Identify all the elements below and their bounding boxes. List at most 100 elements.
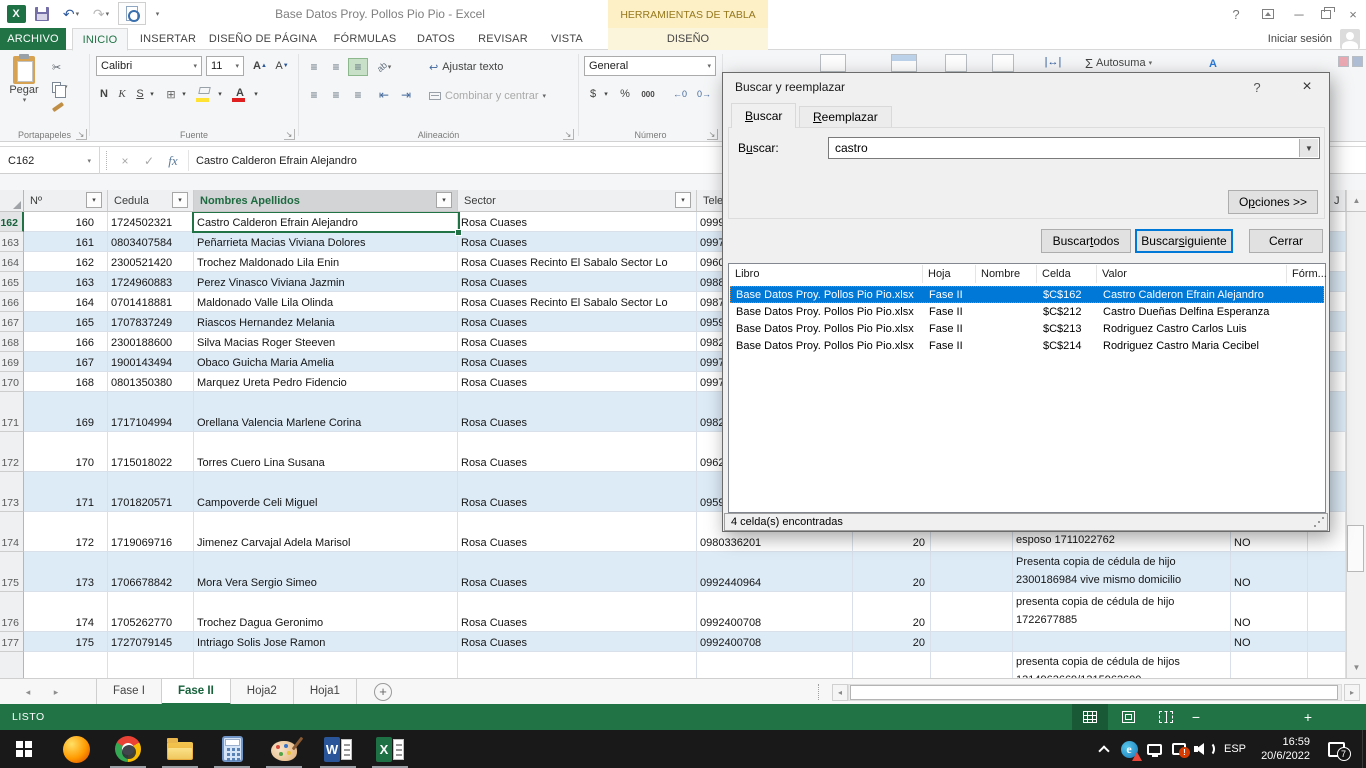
cell[interactable]: 169: [24, 392, 108, 432]
cell[interactable]: [1308, 632, 1346, 652]
tab-insertar[interactable]: INSERTAR: [136, 28, 200, 50]
find-result-row[interactable]: Base Datos Proy. Pollos Pio Pio.xlsxFase…: [730, 286, 1324, 303]
insert-function-icon[interactable]: fx: [162, 147, 184, 174]
cell[interactable]: Peñarrieta Macias Viviana Dolores: [194, 232, 458, 252]
filter-icon[interactable]: ▾: [436, 192, 452, 208]
name-box[interactable]: C162▾: [0, 147, 100, 174]
cell[interactable]: 2300521420: [108, 252, 194, 272]
cell[interactable]: 162: [24, 252, 108, 272]
cell[interactable]: Rosa Cuases: [458, 352, 697, 372]
row-header[interactable]: 173: [0, 472, 24, 512]
sheet-tab-hoja1[interactable]: Hoja1: [294, 679, 357, 705]
format-table-icon[interactable]: [891, 54, 917, 72]
sheet-prev-icon[interactable]: ◂: [16, 679, 40, 705]
tray-chevron-icon[interactable]: [1092, 730, 1116, 768]
row-header[interactable]: 168: [0, 332, 24, 352]
paint-icon[interactable]: [260, 730, 308, 768]
underline-button[interactable]: S: [132, 84, 148, 104]
sheet-next-icon[interactable]: ▸: [44, 679, 68, 705]
cell[interactable]: Riascos Hernandez Melania: [194, 312, 458, 332]
cell-styles-icon[interactable]: [945, 54, 967, 72]
horizontal-scrollbar-thumb[interactable]: [850, 685, 1338, 700]
row-header[interactable]: 176: [0, 592, 24, 632]
cell[interactable]: [931, 552, 1013, 592]
number-format-select[interactable]: General▾: [584, 56, 716, 76]
cell[interactable]: Maldonado Valle Lila Olinda: [194, 292, 458, 312]
column-header-sector[interactable]: Sector: [458, 190, 697, 211]
font-size-select[interactable]: 11▾: [206, 56, 244, 76]
dialog-tab-buscar[interactable]: Buscar: [731, 103, 796, 128]
tab-formulas[interactable]: FÓRMULAS: [330, 28, 400, 50]
language-indicator[interactable]: ESP: [1220, 730, 1250, 768]
start-button[interactable]: [0, 730, 48, 768]
align-center-button[interactable]: ≡: [326, 86, 346, 104]
cell[interactable]: Rosa Cuases: [458, 312, 697, 332]
ribbon-partial-icon[interactable]: [1338, 56, 1349, 67]
cell[interactable]: Rosa Cuases: [458, 472, 697, 512]
merge-center-button[interactable]: Combinar y centrar▾: [429, 86, 546, 106]
row-header[interactable]: 178: [0, 652, 24, 678]
row-header[interactable]: 172: [0, 432, 24, 472]
conditional-format-icon[interactable]: [820, 54, 846, 72]
cell[interactable]: Campoverde Celi Miguel: [194, 472, 458, 512]
decrease-indent-button[interactable]: ⇤: [374, 86, 394, 104]
cell[interactable]: presenta copia de cédula de hijo 1722677…: [1013, 592, 1231, 632]
enter-icon[interactable]: ✓: [138, 147, 160, 174]
excel-logo-icon[interactable]: X: [5, 4, 27, 24]
font-color-dropdown-icon[interactable]: ▾: [251, 84, 261, 104]
save-icon[interactable]: [32, 4, 52, 24]
cell[interactable]: Rosa Cuases: [458, 512, 697, 552]
sheet-tab-fase-i[interactable]: Fase I: [97, 679, 162, 705]
notification-center-icon[interactable]: 7: [1318, 730, 1354, 768]
scroll-down-icon[interactable]: ▼: [1346, 656, 1366, 678]
find-next-button[interactable]: Buscar siguiente: [1135, 229, 1233, 253]
cell[interactable]: 1727079145: [108, 632, 194, 652]
cell[interactable]: Rosa Cuases: [458, 592, 697, 632]
cell[interactable]: Rosa Cuases: [458, 632, 697, 652]
new-sheet-button[interactable]: +: [374, 683, 392, 701]
row-header[interactable]: 169: [0, 352, 24, 372]
alignment-launcher-icon[interactable]: ↘: [563, 129, 574, 140]
row-header[interactable]: 175: [0, 552, 24, 592]
filter-icon[interactable]: ▾: [172, 192, 188, 208]
fill-color-button[interactable]: [194, 82, 214, 104]
close-button[interactable]: Cerrar: [1249, 229, 1323, 253]
filter-icon[interactable]: ▾: [86, 192, 102, 208]
zoom-in-button[interactable]: +: [1300, 704, 1316, 730]
dialog-help-icon[interactable]: ?: [1245, 77, 1269, 97]
tab-datos[interactable]: DATOS: [410, 28, 462, 50]
cell[interactable]: 20: [853, 552, 931, 592]
cell[interactable]: NO: [1231, 632, 1308, 652]
row-header[interactable]: 163: [0, 232, 24, 252]
underline-dropdown-icon[interactable]: ▾: [147, 84, 157, 104]
cell[interactable]: NO: [1231, 652, 1308, 678]
cell[interactable]: 0992400708: [697, 632, 853, 652]
cell[interactable]: 0701418881: [108, 292, 194, 312]
cell[interactable]: Rosa Cuases: [458, 332, 697, 352]
options-button[interactable]: Opciones >>: [1228, 190, 1318, 214]
cell[interactable]: Silva Macias Roger Steeven: [194, 332, 458, 352]
cell[interactable]: Trochez Dagua Geronimo: [194, 592, 458, 632]
cell[interactable]: Orellana Valencia Marlene Corina: [194, 392, 458, 432]
results-column-libro[interactable]: Libro: [735, 264, 759, 284]
row-header[interactable]: 166: [0, 292, 24, 312]
word-icon[interactable]: W: [314, 730, 362, 768]
orientation-button[interactable]: ab▾: [374, 58, 394, 76]
chrome-icon[interactable]: [104, 730, 152, 768]
formula-input[interactable]: Castro Calderon Efrain Alejandro: [196, 147, 357, 174]
borders-dropdown-icon[interactable]: ▾: [179, 84, 189, 104]
cell[interactable]: 20: [853, 632, 931, 652]
hscroll-right-icon[interactable]: ▸: [1344, 684, 1360, 701]
tab-splitter[interactable]: [818, 684, 819, 700]
align-bottom-button[interactable]: ≡: [348, 58, 368, 76]
cell[interactable]: 165: [24, 312, 108, 332]
cell[interactable]: 166: [24, 332, 108, 352]
cell[interactable]: 171: [24, 472, 108, 512]
results-column-nombre[interactable]: Nombre: [981, 264, 1020, 284]
vertical-scrollbar[interactable]: [1346, 212, 1366, 678]
sign-in-button[interactable]: Iniciar sesión: [1268, 28, 1332, 50]
italic-button[interactable]: K: [114, 84, 130, 104]
copy-button[interactable]: ▾: [52, 78, 68, 96]
firefox-icon[interactable]: [52, 730, 100, 768]
font-name-select[interactable]: Calibri▾: [96, 56, 202, 76]
